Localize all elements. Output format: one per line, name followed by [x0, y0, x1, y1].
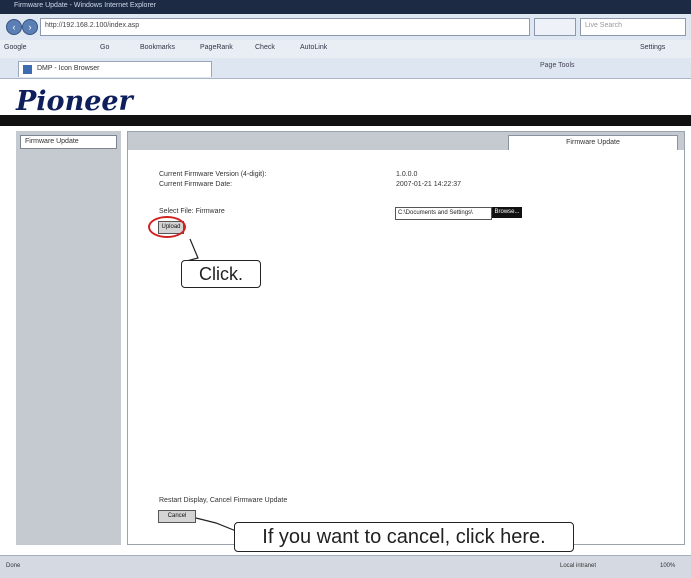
click-callout: Click.	[181, 260, 261, 288]
security-zone: Local intranet	[560, 563, 597, 569]
zoom-level[interactable]: 100%	[660, 563, 675, 569]
status-bar: Done Local intranet 100%	[0, 555, 691, 578]
annotation-leaders	[182, 238, 237, 532]
click-leader-line	[182, 238, 199, 263]
status-text: Done	[6, 563, 21, 569]
cancel-callout: If you want to cancel, click here.	[234, 522, 574, 552]
cancel-leader-line	[195, 517, 237, 532]
